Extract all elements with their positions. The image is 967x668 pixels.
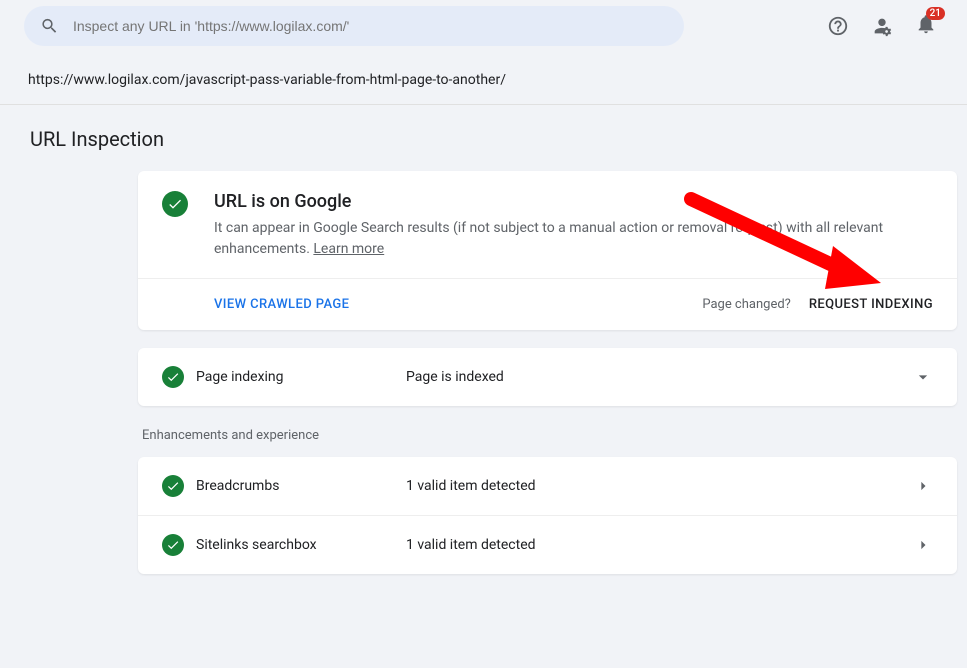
request-indexing-button[interactable]: REQUEST INDEXING	[809, 297, 933, 312]
status-title: URL is on Google	[214, 191, 933, 212]
check-icon	[162, 191, 188, 217]
chevron-right-icon	[913, 535, 933, 555]
view-crawled-button[interactable]: VIEW CRAWLED PAGE	[214, 297, 349, 312]
check-icon	[162, 534, 184, 556]
page-indexing-row[interactable]: Page indexing Page is indexed	[138, 348, 957, 406]
learn-more-link[interactable]: Learn more	[313, 241, 384, 257]
status-description: It can appear in Google Search results (…	[214, 218, 933, 260]
row-label: Page indexing	[196, 369, 406, 385]
breadcrumbs-row[interactable]: Breadcrumbs 1 valid item detected	[138, 457, 957, 515]
user-settings-icon[interactable]	[871, 15, 893, 37]
row-value: 1 valid item detected	[406, 478, 536, 494]
row-label: Sitelinks searchbox	[196, 537, 406, 553]
row-value: Page is indexed	[406, 369, 504, 385]
row-value: 1 valid item detected	[406, 537, 536, 553]
check-icon	[162, 366, 184, 388]
notification-badge: 21	[926, 7, 945, 20]
page-changed-label: Page changed?	[702, 297, 791, 312]
page-title: URL Inspection	[0, 105, 967, 161]
help-icon[interactable]	[827, 15, 849, 37]
search-input[interactable]	[73, 18, 668, 34]
notifications-button[interactable]: 21	[915, 13, 937, 39]
check-icon	[162, 475, 184, 497]
search-icon	[40, 16, 59, 36]
inspected-url: https://www.logilax.com/javascript-pass-…	[0, 52, 967, 105]
search-container[interactable]	[24, 6, 684, 46]
status-card: URL is on Google It can appear in Google…	[138, 171, 957, 330]
sitelinks-row[interactable]: Sitelinks searchbox 1 valid item detecte…	[138, 515, 957, 574]
chevron-right-icon	[913, 476, 933, 496]
chevron-down-icon	[913, 367, 933, 387]
enhancements-header: Enhancements and experience	[138, 424, 957, 457]
row-label: Breadcrumbs	[196, 478, 406, 494]
